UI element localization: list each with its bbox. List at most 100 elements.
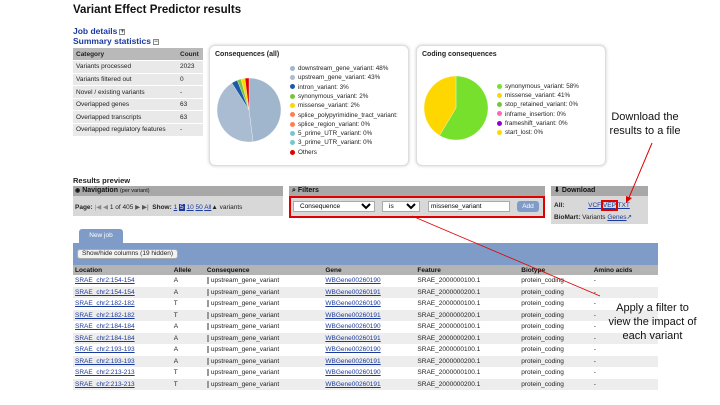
table-cell[interactable]: SRAE_chr2:184-184 — [73, 332, 172, 344]
download-header: ⬇ Download — [551, 186, 648, 196]
gene-link[interactable]: WBGene00260191 — [325, 335, 380, 342]
show-option-5[interactable]: 5 — [179, 204, 185, 211]
show-option-50[interactable]: 50 — [196, 204, 203, 211]
prev-page-icon[interactable]: ◀ — [103, 204, 108, 211]
column-header[interactable]: Gene — [323, 265, 416, 275]
table-cell[interactable]: SRAE_chr2:184-184 — [73, 321, 172, 333]
gene-link[interactable]: WBGene00260191 — [325, 358, 380, 365]
gene-link[interactable]: WBGene00260191 — [325, 312, 380, 319]
consequence-color-bar — [206, 277, 209, 285]
table-cell[interactable]: WBGene00260190 — [323, 275, 415, 287]
table-cell: - — [591, 378, 658, 390]
gene-link[interactable]: WBGene00260191 — [325, 381, 380, 388]
stats-cell: Novel / existing variants — [73, 85, 177, 99]
location-link[interactable]: SRAE_chr2:184-184 — [75, 323, 135, 330]
job-details-toggle[interactable]: Job details + — [73, 26, 126, 36]
gene-link[interactable]: WBGene00260190 — [325, 346, 380, 353]
table-cell[interactable]: WBGene00260191 — [323, 355, 416, 367]
column-header[interactable]: Consequence — [204, 265, 324, 275]
table-cell[interactable]: WBGene00260190 — [323, 344, 415, 356]
table-cell[interactable]: SRAE_chr2:154-154 — [73, 286, 172, 298]
stats-cell: Overlapped genes — [73, 98, 177, 112]
first-page-icon[interactable]: |◀ — [95, 204, 102, 211]
biomart-genes-link[interactable]: Genes — [607, 214, 626, 221]
biomart-label: BioMart: — [554, 214, 581, 221]
table-cell[interactable]: SRAE_chr2:182-182 — [73, 298, 172, 310]
location-link[interactable]: SRAE_chr2:213-213 — [75, 381, 135, 388]
table-cell[interactable]: WBGene00260191 — [323, 332, 416, 344]
legend-label: inframe_insertion: 0% — [505, 110, 566, 118]
column-header[interactable]: Biotype — [519, 265, 592, 275]
legend-label: Others — [298, 148, 317, 156]
column-header[interactable]: Allele — [171, 265, 205, 275]
gene-link[interactable]: WBGene00260190 — [325, 369, 380, 376]
cell-text: protein_coding — [521, 277, 564, 285]
table-cell: - — [592, 367, 658, 379]
table-cell: SRAE_2000000200.1 — [415, 286, 520, 298]
table-cell[interactable]: SRAE_chr2:154-154 — [73, 275, 172, 287]
table-cell[interactable]: WBGene00260191 — [323, 378, 416, 390]
table-cell[interactable]: WBGene00260190 — [323, 298, 415, 310]
legend-item: frameshift_variant: 0% — [497, 120, 568, 127]
location-link[interactable]: SRAE_chr2:154-154 — [75, 289, 135, 296]
location-link[interactable]: SRAE_chr2:184-184 — [75, 335, 135, 342]
table-cell[interactable]: WBGene00260190 — [323, 321, 415, 333]
table-cell[interactable]: SRAE_chr2:193-193 — [73, 344, 172, 356]
next-page-icon[interactable]: ▶ — [135, 204, 140, 211]
location-link[interactable]: SRAE_chr2:213-213 — [75, 369, 135, 376]
stats-cell: 63 — [177, 98, 203, 112]
column-header[interactable]: Feature — [415, 265, 520, 275]
consequence-color-bar — [206, 357, 209, 365]
legend-swatch — [290, 140, 295, 146]
gene-link[interactable]: WBGene00260190 — [325, 323, 380, 330]
location-link[interactable]: SRAE_chr2:193-193 — [75, 358, 135, 365]
show-option-1[interactable]: 1 — [174, 204, 178, 211]
download-txt-link[interactable]: TXT — [618, 202, 630, 209]
table-cell: - — [591, 355, 658, 367]
column-header[interactable]: Location — [73, 265, 172, 275]
table-cell: protein_coding — [519, 286, 592, 298]
show-option-10[interactable]: 10 — [186, 204, 193, 211]
new-job-tab[interactable]: New job — [79, 229, 123, 243]
show-label: Show: — [152, 204, 172, 211]
legend-swatch — [497, 111, 502, 117]
table-cell[interactable]: WBGene00260191 — [323, 309, 416, 321]
table-cell[interactable]: SRAE_chr2:213-213 — [73, 378, 172, 390]
pie-slice — [248, 77, 282, 142]
cell-text: T — [173, 380, 178, 388]
stats-cell: 63 — [177, 110, 203, 125]
last-page-icon[interactable]: ▶| — [142, 204, 149, 211]
download-vcf-link[interactable]: VCF — [588, 202, 601, 209]
cell-text: SRAE_2000000200.1 — [417, 334, 481, 342]
filter-operator-select[interactable]: is — [382, 201, 420, 212]
gene-link[interactable]: WBGene00260191 — [325, 289, 380, 296]
download-vep-link[interactable]: VEP — [600, 200, 618, 211]
filter-field-select[interactable]: Consequence — [293, 201, 375, 212]
table-cell[interactable]: SRAE_chr2:213-213 — [73, 367, 172, 379]
collapse-icon: − — [152, 38, 159, 45]
table-cell: protein_coding — [519, 332, 592, 344]
table-cell: A — [171, 332, 205, 344]
table-cell[interactable]: WBGene00260191 — [323, 286, 416, 298]
table-cell[interactable]: SRAE_chr2:182-182 — [73, 309, 172, 321]
location-link[interactable]: SRAE_chr2:182-182 — [75, 312, 135, 319]
legend-item: synonymous_variant: 2% — [290, 93, 368, 100]
add-filter-button[interactable]: Add — [517, 201, 539, 212]
gene-link[interactable]: WBGene00260190 — [325, 277, 380, 284]
column-header[interactable]: Amino acids — [591, 265, 658, 275]
legend-swatch — [290, 65, 295, 71]
navigation-header: ◉ Navigation (per variant) — [73, 186, 283, 196]
summary-toggle[interactable]: Summary statistics − — [73, 36, 159, 46]
cell-text: T — [173, 311, 178, 319]
show-hide-columns-button[interactable]: Show/hide columns (19 hidden) — [77, 249, 179, 259]
location-link[interactable]: SRAE_chr2:154-154 — [75, 277, 135, 284]
table-cell: upstream_gene_variant — [205, 298, 323, 310]
table-row: SRAE_chr2:184-184 Aupstream_gene_variant W… — [73, 321, 658, 333]
location-link[interactable]: SRAE_chr2:182-182 — [75, 300, 135, 307]
table-cell[interactable]: SRAE_chr2:193-193 — [73, 355, 172, 367]
table-row: SRAE_chr2:193-193 Aupstream_gene_variant W… — [73, 355, 658, 367]
filter-value-input[interactable] — [428, 201, 510, 212]
table-cell[interactable]: WBGene00260190 — [323, 367, 415, 379]
location-link[interactable]: SRAE_chr2:193-193 — [75, 346, 135, 353]
gene-link[interactable]: WBGene00260190 — [325, 300, 380, 307]
